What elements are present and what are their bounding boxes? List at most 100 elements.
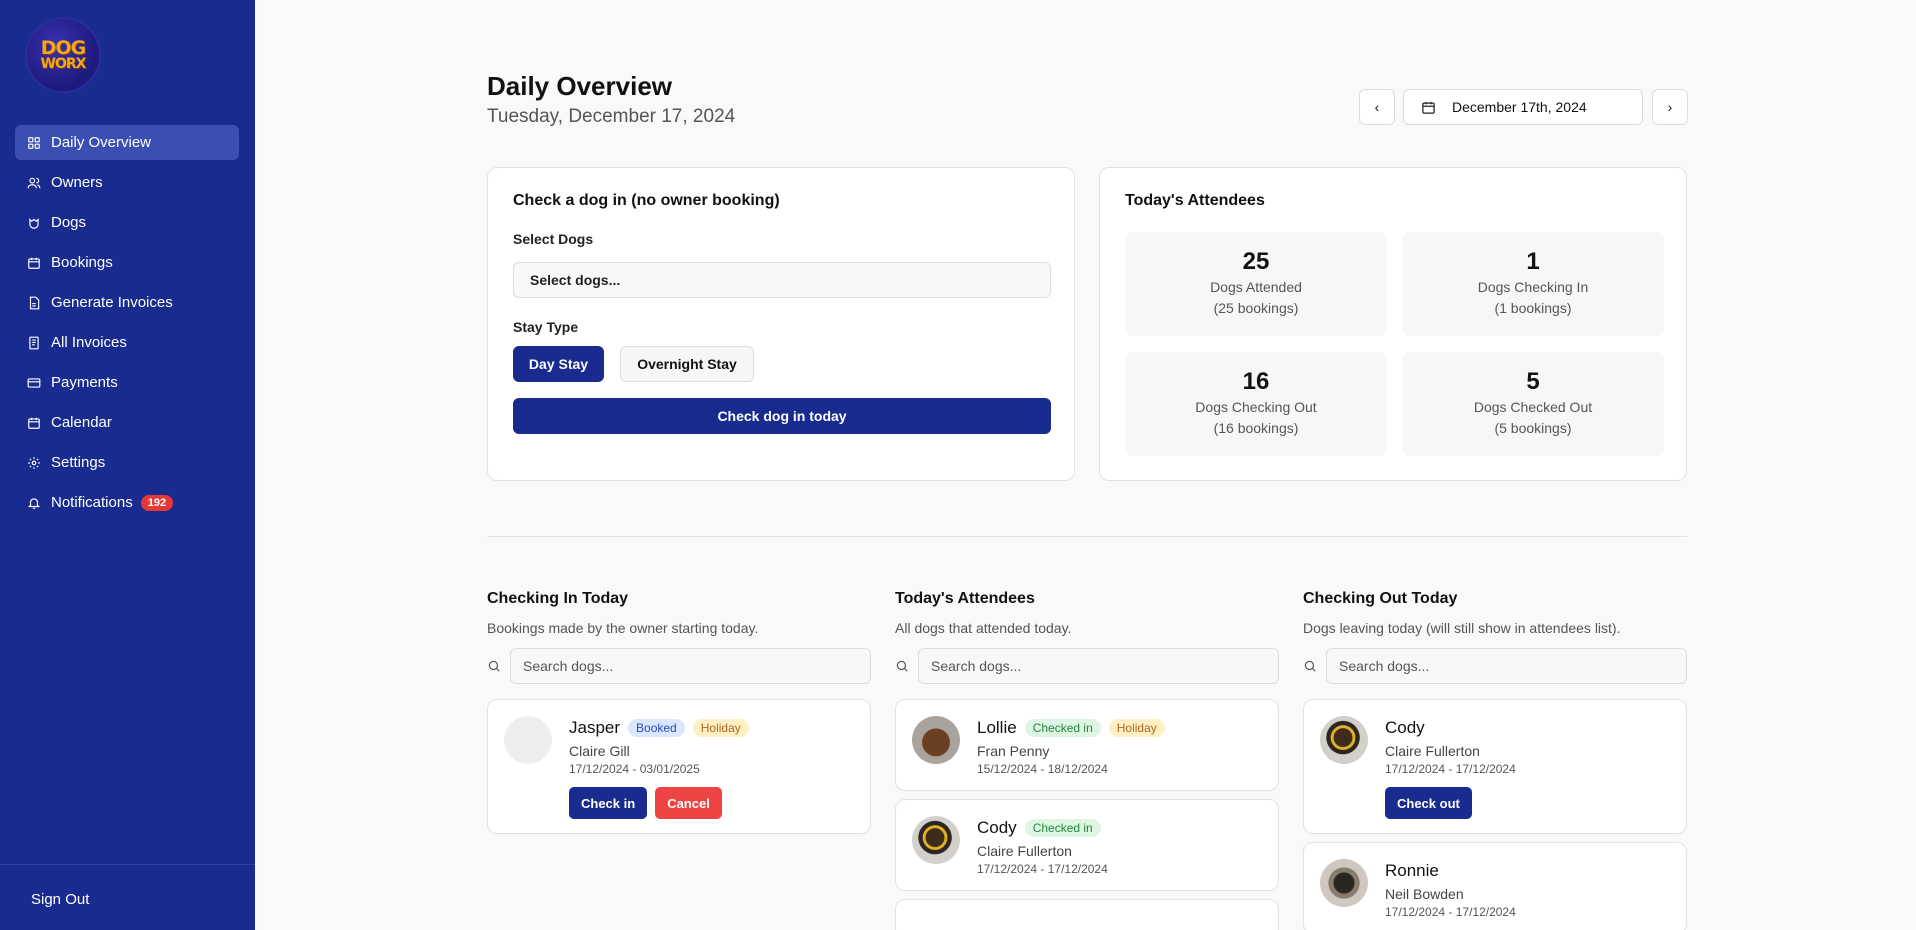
check-in-button[interactable]: Check in bbox=[569, 787, 648, 819]
sidebar-item-daily-overview[interactable]: Daily Overview bbox=[15, 125, 239, 160]
manual-checkin-card: Check a dog in (no owner booking) Select… bbox=[487, 167, 1075, 481]
booking-card[interactable]: Jasper Booked Holiday Claire Gill 17/12/… bbox=[487, 699, 871, 834]
section-divider bbox=[487, 536, 1687, 537]
sidebar-item-all-invoices[interactable]: All Invoices bbox=[15, 325, 239, 360]
dog-name: Cody bbox=[977, 818, 1017, 837]
sidebar-item-label: Dogs bbox=[51, 214, 87, 231]
owner-name: Neil Bowden bbox=[1385, 886, 1464, 902]
credit-card-icon bbox=[27, 376, 41, 390]
owner-name: Fran Penny bbox=[977, 743, 1050, 759]
next-day-button[interactable]: › bbox=[1652, 89, 1688, 125]
sidebar-item-label: Owners bbox=[51, 174, 103, 191]
checking-in-column: Checking In Today Bookings made by the o… bbox=[487, 590, 871, 834]
status-badge-checked-in: Checked in bbox=[1024, 819, 1101, 837]
column-title: Checking Out Today bbox=[1303, 590, 1458, 607]
dog-name: Cody bbox=[1385, 718, 1425, 737]
column-title: Today's Attendees bbox=[895, 590, 1035, 607]
sign-out-button[interactable]: Sign Out bbox=[31, 891, 89, 908]
stat-value: 25 bbox=[1242, 248, 1270, 275]
overnight-stay-button[interactable]: Overnight Stay bbox=[620, 346, 754, 382]
stat-label: Dogs Attended bbox=[1210, 279, 1302, 295]
receipt-icon bbox=[27, 336, 41, 350]
day-stay-button[interactable]: Day Stay bbox=[513, 346, 604, 382]
booking-dates: 17/12/2024 - 17/12/2024 bbox=[977, 862, 1108, 876]
previous-day-button[interactable]: ‹ bbox=[1359, 89, 1395, 125]
sidebar-item-label: Calendar bbox=[51, 414, 112, 431]
booking-dates: 15/12/2024 - 18/12/2024 bbox=[977, 762, 1108, 776]
search-row bbox=[1303, 648, 1687, 684]
status-badge-holiday: Holiday bbox=[1108, 719, 1165, 737]
booking-dates: 17/12/2024 - 17/12/2024 bbox=[1385, 905, 1516, 919]
sidebar-nav: Daily Overview Owners Dogs Bookings Gene… bbox=[15, 125, 239, 525]
page-subtitle: Tuesday, December 17, 2024 bbox=[487, 106, 736, 127]
search-row bbox=[895, 648, 1279, 684]
search-icon bbox=[488, 660, 500, 672]
booking-card[interactable]: Lollie Checked in Holiday Fran Penny 15/… bbox=[895, 699, 1279, 791]
stat-dogs-checked-out: 5 Dogs Checked Out (5 bookings) bbox=[1402, 352, 1664, 456]
dog-avatar bbox=[1320, 716, 1368, 764]
owner-name: Claire Fullerton bbox=[977, 843, 1072, 859]
sidebar-item-label: Bookings bbox=[51, 254, 113, 271]
sidebar-item-payments[interactable]: Payments bbox=[15, 365, 239, 400]
card-title: Today's Attendees bbox=[1125, 192, 1265, 209]
dog-name: Ronnie bbox=[1385, 861, 1439, 880]
column-title: Checking In Today bbox=[487, 590, 629, 607]
stat-label: Dogs Checking Out bbox=[1195, 399, 1317, 415]
calendar-icon bbox=[27, 416, 41, 430]
sidebar-item-dogs[interactable]: Dogs bbox=[15, 205, 239, 240]
search-input[interactable] bbox=[1326, 648, 1687, 684]
page-title: Daily Overview bbox=[487, 71, 672, 101]
dogworx-logo[interactable]: DOG WORX bbox=[25, 17, 101, 93]
cancel-button[interactable]: Cancel bbox=[655, 787, 722, 819]
grid-icon bbox=[27, 136, 41, 150]
stat-sub: (25 bookings) bbox=[1213, 300, 1299, 316]
selected-date: December 17th, 2024 bbox=[1452, 99, 1587, 115]
stat-sub: (5 bookings) bbox=[1494, 420, 1572, 436]
sidebar-item-settings[interactable]: Settings bbox=[15, 445, 239, 480]
sidebar-item-generate-invoices[interactable]: Generate Invoices bbox=[15, 285, 239, 320]
sidebar: DOG WORX Daily Overview Owners Dogs Book… bbox=[0, 0, 255, 930]
chevron-right-icon: › bbox=[1667, 99, 1673, 115]
card-title: Check a dog in (no owner booking) bbox=[513, 192, 780, 209]
stat-sub: (16 bookings) bbox=[1213, 420, 1299, 436]
sidebar-item-label: Payments bbox=[51, 374, 118, 391]
column-description: All dogs that attended today. bbox=[895, 620, 1072, 636]
booking-card[interactable]: Cody Claire Fullerton 17/12/2024 - 17/12… bbox=[1303, 699, 1687, 834]
search-input[interactable] bbox=[918, 648, 1279, 684]
stat-value: 5 bbox=[1526, 368, 1540, 395]
booking-card[interactable]: Ronnie Neil Bowden 17/12/2024 - 17/12/20… bbox=[1303, 842, 1687, 930]
dog-avatar bbox=[504, 716, 552, 764]
date-picker-button[interactable]: December 17th, 2024 bbox=[1403, 89, 1643, 125]
bell-icon bbox=[27, 496, 41, 510]
sidebar-item-calendar[interactable]: Calendar bbox=[15, 405, 239, 440]
dog-avatar bbox=[912, 716, 960, 764]
attendees-stats-card: Today's Attendees 25 Dogs Attended (25 b… bbox=[1099, 167, 1687, 481]
booking-card-partial[interactable] bbox=[895, 899, 1279, 930]
check-dog-in-today-button[interactable]: Check dog in today bbox=[513, 398, 1051, 434]
logo-text-top: DOG bbox=[40, 37, 87, 59]
owner-name: Claire Fullerton bbox=[1385, 743, 1480, 759]
status-badge-booked: Booked bbox=[628, 719, 685, 737]
stat-label: Dogs Checked Out bbox=[1473, 399, 1593, 415]
stat-label: Dogs Checking In bbox=[1477, 279, 1589, 295]
dog-name: Jasper bbox=[569, 718, 621, 737]
sidebar-item-bookings[interactable]: Bookings bbox=[15, 245, 239, 280]
select-dogs-dropdown[interactable]: Select dogs... bbox=[513, 262, 1051, 298]
search-input[interactable] bbox=[510, 648, 871, 684]
sidebar-item-label: Generate Invoices bbox=[51, 294, 173, 311]
search-row bbox=[487, 648, 871, 684]
search-icon bbox=[896, 660, 908, 672]
check-out-button[interactable]: Check out bbox=[1385, 787, 1472, 819]
sidebar-item-notifications[interactable]: Notifications 192 bbox=[15, 485, 239, 520]
gear-icon bbox=[27, 456, 41, 470]
booking-dates: 17/12/2024 - 17/12/2024 bbox=[1385, 762, 1516, 776]
sidebar-item-label: All Invoices bbox=[51, 334, 127, 351]
column-description: Bookings made by the owner starting toda… bbox=[487, 620, 759, 636]
chevron-left-icon: ‹ bbox=[1374, 99, 1380, 115]
booking-card[interactable]: Cody Checked in Claire Fullerton 17/12/2… bbox=[895, 799, 1279, 891]
select-dogs-label: Select Dogs bbox=[513, 231, 594, 247]
dog-name: Lollie bbox=[977, 718, 1017, 737]
stat-value: 16 bbox=[1242, 368, 1270, 395]
sidebar-item-owners[interactable]: Owners bbox=[15, 165, 239, 200]
dog-avatar bbox=[912, 816, 960, 864]
